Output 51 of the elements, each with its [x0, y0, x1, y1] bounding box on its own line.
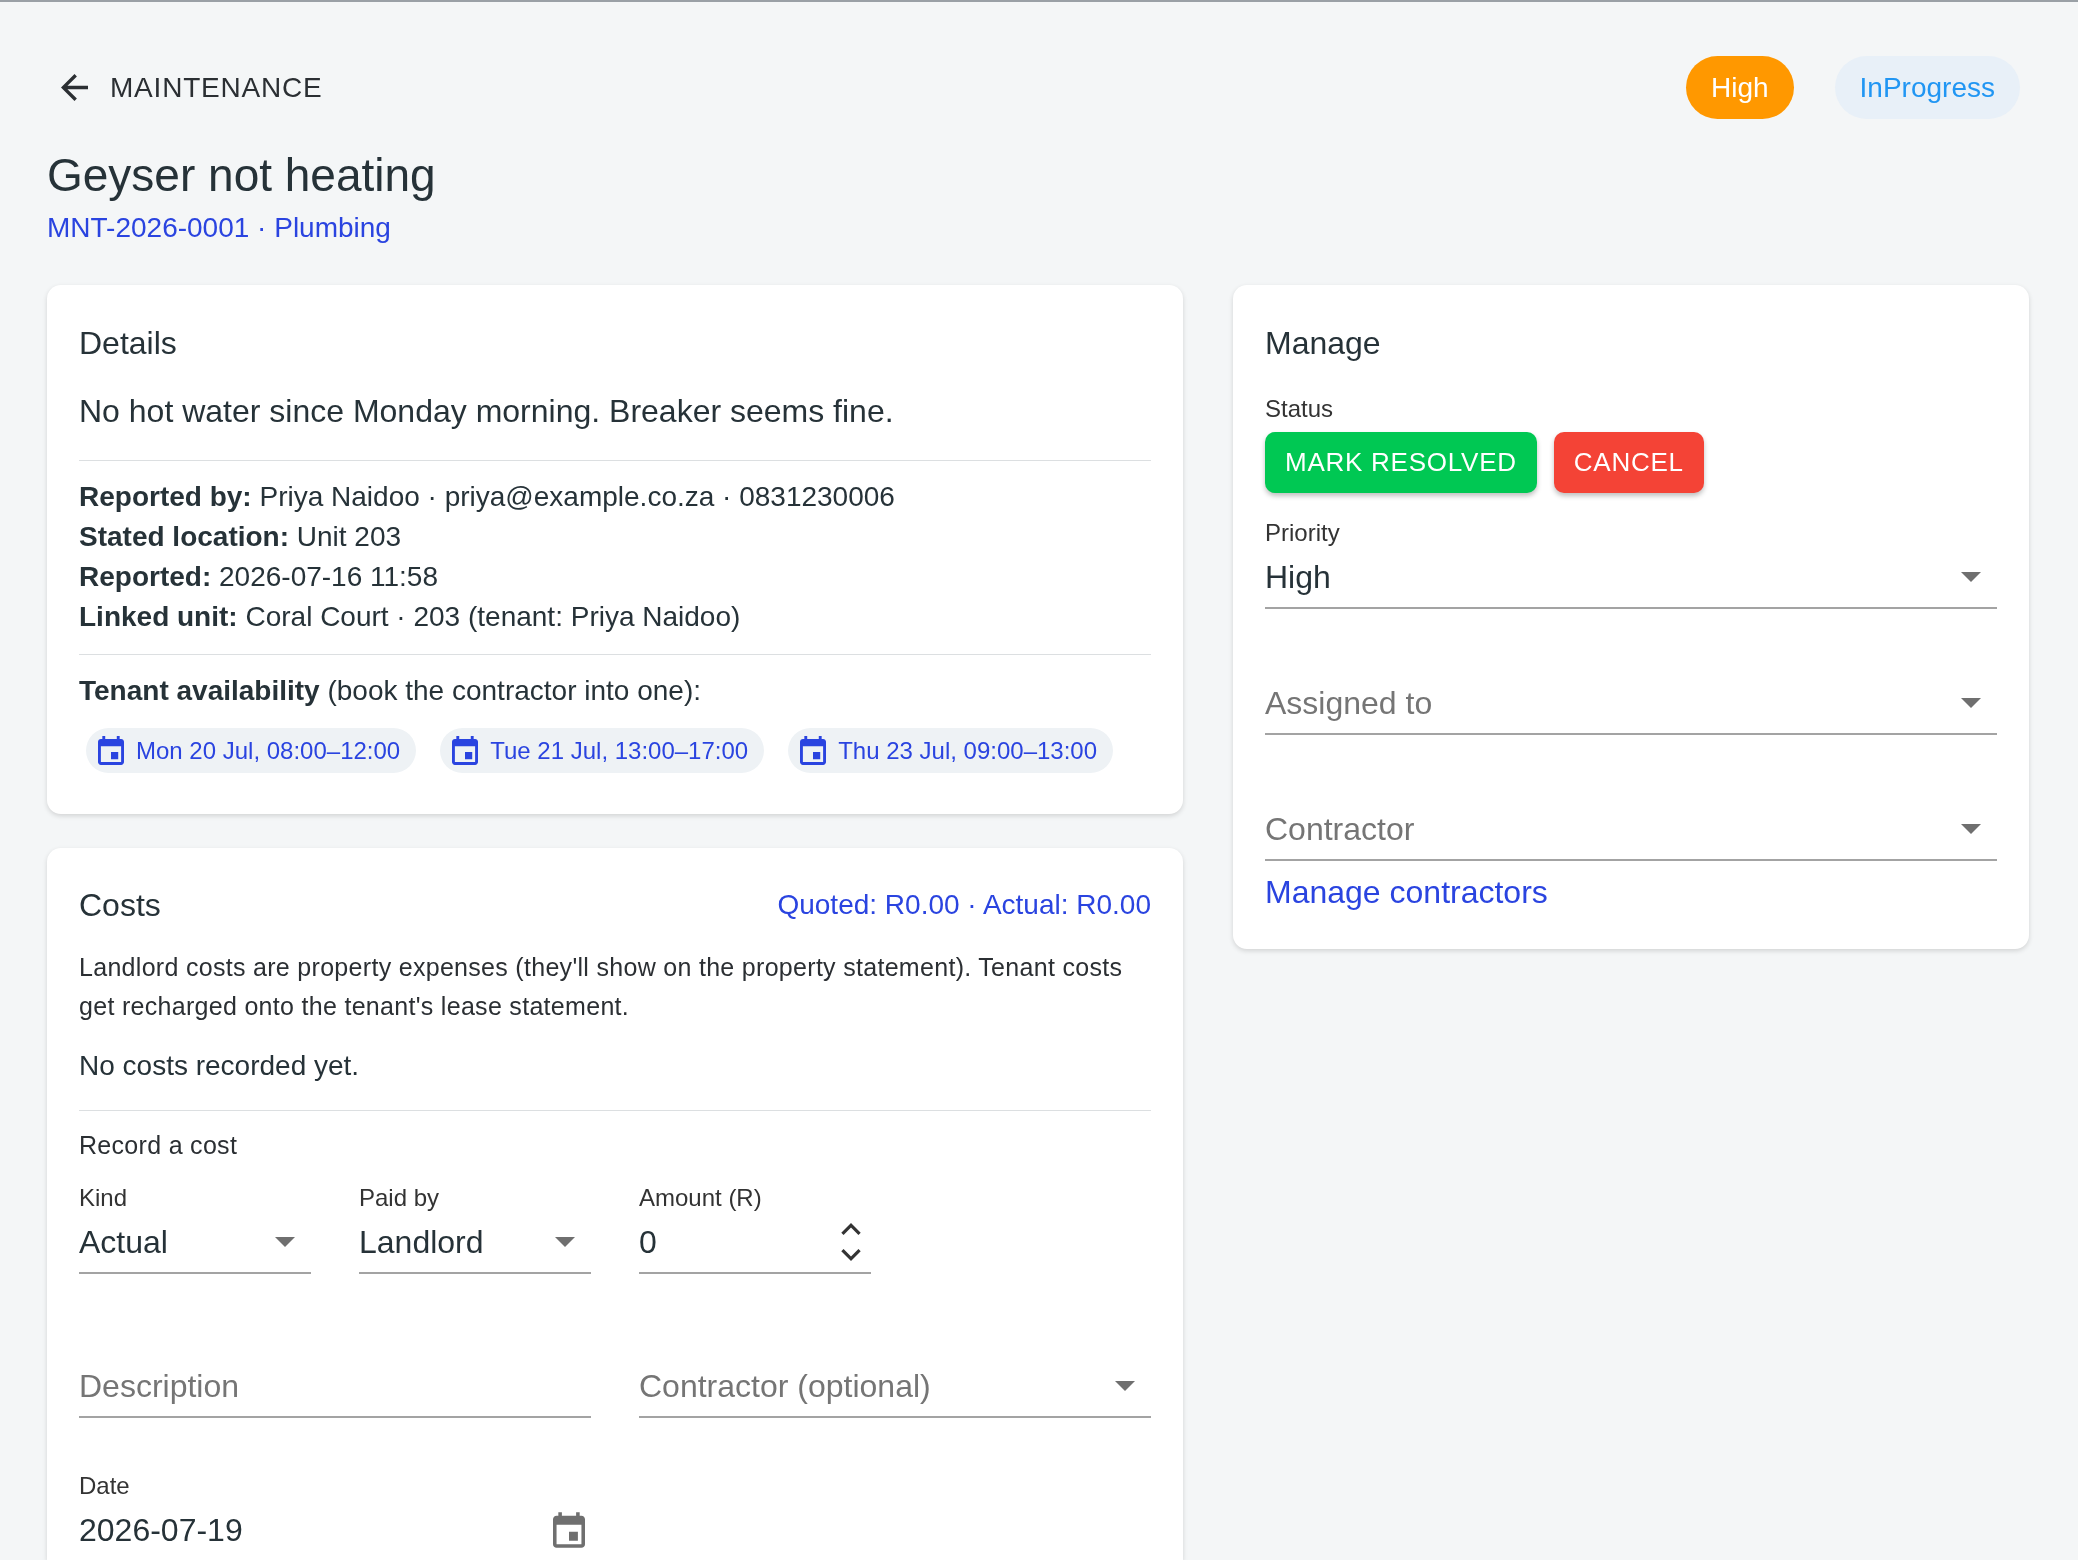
- time-slot-chip[interactable]: Thu 23 Jul, 09:00–13:00: [788, 728, 1114, 773]
- time-slot-chip[interactable]: Mon 20 Jul, 08:00–12:00: [86, 728, 417, 773]
- dropdown-field[interactable]: Contractor (optional): [639, 1366, 1151, 1418]
- calendar-icon: [800, 736, 827, 765]
- dropdown-field[interactable]: Landlord: [359, 1222, 591, 1274]
- form-title: Record a cost: [79, 1130, 239, 1161]
- chevron-down-icon[interactable]: [841, 1249, 861, 1261]
- field-label: Kind: [79, 1183, 129, 1213]
- priority-badge: High: [1686, 56, 1794, 119]
- arrow-left-icon: [61, 74, 88, 101]
- calendar-icon: [98, 736, 124, 765]
- cancel-button[interactable]: CANCEL: [1553, 432, 1704, 493]
- caret-down-icon: [1961, 572, 1981, 582]
- manage-contractors-link[interactable]: Manage contractors: [1265, 872, 1548, 912]
- chevron-up-icon[interactable]: [841, 1223, 861, 1235]
- dropdown-field[interactable]: Assigned to: [1265, 683, 1997, 735]
- field-label: Date: [79, 1471, 131, 1501]
- card-heading: Details: [79, 324, 178, 363]
- detail-line: Reported: 2026-07-16 11:58: [79, 560, 439, 594]
- date-field[interactable]: 2026-07-19: [79, 1510, 591, 1550]
- text-field[interactable]: Description: [79, 1366, 591, 1418]
- dropdown-field[interactable]: High: [1265, 557, 1997, 609]
- detail-line: Stated location: Unit 203: [79, 520, 403, 554]
- back-button[interactable]: MAINTENANCE: [61, 66, 323, 109]
- page-title: Geyser not heating: [47, 148, 436, 203]
- time-slot-chip[interactable]: Tue 21 Jul, 13:00–17:00: [440, 728, 765, 773]
- dropdown-field[interactable]: Actual: [79, 1222, 311, 1274]
- calendar-icon: [452, 736, 479, 765]
- field-label: Amount (R): [639, 1183, 763, 1213]
- card-heading: Costs: [79, 886, 161, 925]
- dropdown-field[interactable]: Contractor: [1265, 809, 1997, 861]
- costs-note: Landlord costs are property expenses (they'll show on the property statement). Tenant costs get recharged onto the tenant's lease statement.: [79, 952, 1124, 1022]
- caret-down-icon: [1115, 1381, 1135, 1391]
- issue-description: No hot water since Monday morning. Breaker seems fine.: [79, 392, 895, 431]
- page-subtitle: MNT-2026-0001 · Plumbing: [47, 211, 391, 245]
- caret-down-icon: [1961, 824, 1981, 834]
- number-field[interactable]: 0: [639, 1222, 871, 1274]
- caret-down-icon: [275, 1237, 295, 1247]
- cost-summary: Quoted: R0.00 · Actual: R0.00: [777, 888, 1151, 922]
- field-label: Status: [1265, 394, 1335, 424]
- card-heading: Manage: [1265, 324, 1382, 363]
- status-badge: InProgress: [1834, 56, 2020, 119]
- field-label: Priority: [1265, 518, 1341, 548]
- empty-message: No costs recorded yet.: [79, 1049, 361, 1083]
- field-label: Paid by: [359, 1183, 441, 1213]
- caret-down-icon: [1961, 698, 1981, 708]
- availability-label: Tenant availability (book the contractor into one):: [79, 674, 702, 708]
- caret-down-icon: [555, 1237, 575, 1247]
- calendar-icon[interactable]: [553, 1512, 585, 1548]
- detail-line: Reported by: Priya Naidoo · priya@example.co.za · 0831230006: [79, 480, 896, 514]
- detail-line: Linked unit: Coral Court · 203 (tenant: Priya Naidoo): [79, 600, 742, 634]
